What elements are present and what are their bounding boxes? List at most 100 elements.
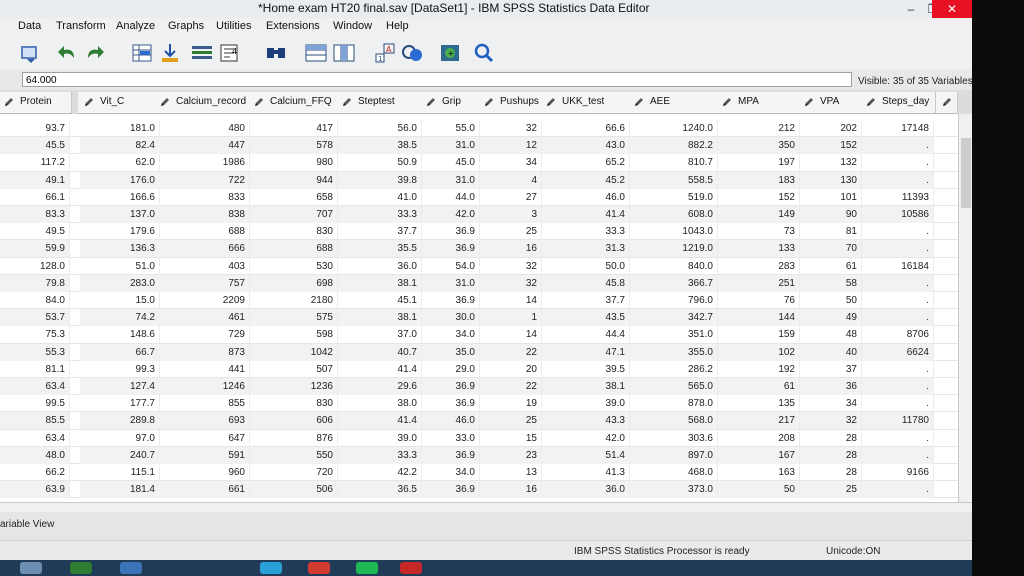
table-cell[interactable]: 1219.0 (630, 240, 718, 258)
table-cell[interactable]: 36.5 (338, 481, 422, 499)
table-cell[interactable]: 99.3 (80, 360, 160, 378)
table-cell[interactable]: 34.0 (422, 464, 480, 481)
redo-icon[interactable] (82, 42, 106, 64)
table-cell[interactable]: 519.0 (630, 188, 718, 206)
table-cell[interactable]: 10586 (862, 206, 934, 223)
table-cell[interactable]: 39.0 (338, 429, 422, 447)
table-cell[interactable]: 2209 (156, 292, 250, 309)
table-cell[interactable]: 833 (156, 188, 250, 206)
table-cell[interactable]: 176.0 (80, 171, 160, 189)
table-cell[interactable]: 62.0 (80, 154, 160, 172)
table-cell[interactable]: 101 (800, 188, 862, 206)
table-cell[interactable]: 8706 (862, 326, 934, 344)
table-cell[interactable]: . (862, 395, 934, 413)
table-cell[interactable]: 49 (800, 309, 862, 327)
table-cell[interactable]: 16 (480, 481, 542, 499)
table-cell[interactable]: 45.8 (542, 274, 630, 292)
table-cell[interactable]: 729 (156, 326, 250, 344)
table-cell[interactable]: 61 (718, 378, 800, 395)
run-descriptives-icon[interactable]: 4 (218, 42, 242, 64)
table-cell[interactable]: 1246 (156, 378, 250, 395)
table-cell[interactable]: 51.4 (542, 446, 630, 464)
table-cell[interactable]: 29.6 (338, 378, 422, 395)
table-cell[interactable]: 179.6 (80, 223, 160, 241)
table-cell[interactable]: 688 (156, 223, 250, 241)
taskbar-app-icon[interactable] (20, 562, 42, 574)
table-cell[interactable]: 720 (250, 464, 338, 481)
table-cell[interactable]: 132 (800, 154, 862, 172)
table-cell[interactable]: 28 (800, 429, 862, 447)
table-cell[interactable]: 6624 (862, 343, 934, 361)
data-grid[interactable]: 93.7 181.0 480 417 56.0 55.0 32 66.6 1240.0 212 20… (0, 114, 958, 502)
table-cell[interactable]: 75.3 (0, 326, 70, 344)
table-cell[interactable]: 575 (250, 309, 338, 327)
table-cell[interactable]: 36.9 (422, 481, 480, 499)
table-cell[interactable]: 34 (480, 154, 542, 172)
table-cell[interactable]: 838 (156, 206, 250, 223)
table-cell[interactable]: 688 (250, 240, 338, 258)
table-cell[interactable]: 181.4 (80, 481, 160, 499)
table-cell[interactable]: 93.7 (0, 120, 70, 137)
tab-variable-view[interactable]: ariable View (0, 519, 54, 530)
table-cell[interactable]: 97.0 (80, 429, 160, 447)
table-cell[interactable]: 403 (156, 257, 250, 275)
table-cell[interactable]: 342.7 (630, 309, 718, 327)
table-cell[interactable]: 79.8 (0, 274, 70, 292)
table-cell[interactable]: 240.7 (80, 446, 160, 464)
table-cell[interactable]: 81.1 (0, 360, 70, 378)
table-cell[interactable]: 102 (718, 343, 800, 361)
table-cell[interactable]: 66.6 (542, 120, 630, 137)
table-cell[interactable]: 25 (480, 412, 542, 430)
table-cell[interactable]: 647 (156, 429, 250, 447)
table-cell[interactable]: 149 (718, 206, 800, 223)
table-cell[interactable]: 15 (480, 429, 542, 447)
table-cell[interactable]: 202 (800, 120, 862, 137)
table-cell[interactable]: 144 (718, 309, 800, 327)
table-cell[interactable]: 447 (156, 137, 250, 155)
table-cell[interactable]: 36.0 (338, 257, 422, 275)
table-cell[interactable]: 181.0 (80, 120, 160, 137)
table-cell[interactable]: 152 (800, 137, 862, 155)
table-cell[interactable]: 9166 (862, 464, 934, 481)
table-cell[interactable]: 115.1 (80, 464, 160, 481)
table-cell[interactable]: 50 (718, 481, 800, 499)
table-cell[interactable]: 1236 (250, 378, 338, 395)
table-cell[interactable]: 36.9 (422, 292, 480, 309)
table-cell[interactable]: 830 (250, 395, 338, 413)
insert-variable-icon[interactable] (332, 42, 356, 64)
table-cell[interactable]: 468.0 (630, 464, 718, 481)
table-cell[interactable]: 212 (718, 120, 800, 137)
table-cell[interactable]: 36.9 (422, 240, 480, 258)
table-cell[interactable]: 85.5 (0, 412, 70, 430)
table-cell[interactable]: 32 (480, 274, 542, 292)
table-cell[interactable]: 33.3 (542, 223, 630, 241)
table-cell[interactable]: 4 (480, 171, 542, 189)
column-header-vit-c[interactable]: Vit_C (78, 92, 162, 114)
table-cell[interactable]: 41.4 (338, 412, 422, 430)
table-cell[interactable]: 693 (156, 412, 250, 430)
table-cell[interactable]: . (862, 481, 934, 499)
table-cell[interactable]: 63.9 (0, 481, 70, 499)
table-cell[interactable]: 661 (156, 481, 250, 499)
table-cell[interactable]: 152 (718, 188, 800, 206)
table-cell[interactable]: 980 (250, 154, 338, 172)
menu-data[interactable]: Data (18, 20, 41, 32)
table-cell[interactable]: 591 (156, 446, 250, 464)
table-cell[interactable]: 56.0 (338, 120, 422, 137)
table-cell[interactable]: 11393 (862, 188, 934, 206)
table-cell[interactable]: 2180 (250, 292, 338, 309)
table-cell[interactable]: 882.2 (630, 137, 718, 155)
table-cell[interactable]: 130 (800, 171, 862, 189)
table-cell[interactable]: 197 (718, 154, 800, 172)
table-cell[interactable]: 48.0 (0, 446, 70, 464)
table-cell[interactable]: 355.0 (630, 343, 718, 361)
undo-icon[interactable] (56, 42, 80, 64)
table-cell[interactable]: 417 (250, 120, 338, 137)
table-cell[interactable]: 666 (156, 240, 250, 258)
goto-case-icon[interactable] (130, 42, 154, 64)
table-cell[interactable]: 32 (480, 120, 542, 137)
table-cell[interactable]: 36.9 (422, 378, 480, 395)
table-cell[interactable]: 38.1 (338, 274, 422, 292)
table-cell[interactable]: 16 (480, 240, 542, 258)
table-cell[interactable]: 35.5 (338, 240, 422, 258)
